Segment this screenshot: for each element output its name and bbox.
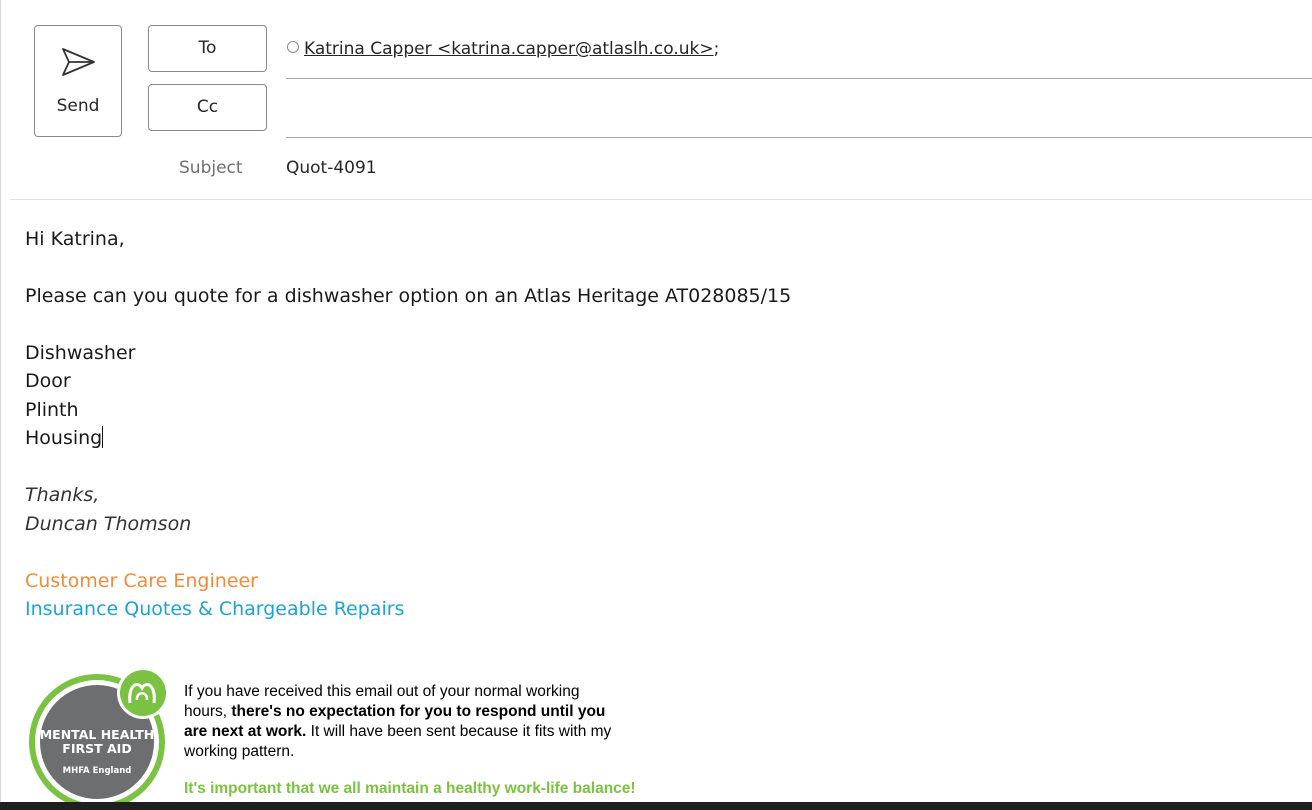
text-cursor bbox=[102, 426, 104, 448]
out-of-hours-disclaimer: If you have received this email out of y… bbox=[184, 682, 614, 762]
recipient-chip[interactable]: Katrina Capper <katrina.capper@atlaslh.c… bbox=[304, 39, 714, 59]
greeting-line: Hi Katrina, bbox=[25, 228, 125, 250]
subject-field[interactable]: Quot-4091 bbox=[286, 158, 377, 178]
list-item: Door bbox=[25, 370, 71, 392]
sender-title: Customer Care Engineer bbox=[25, 570, 258, 592]
presence-status-icon bbox=[287, 41, 299, 53]
to-field[interactable]: Katrina Capper <katrina.capper@atlaslh.c… bbox=[287, 39, 719, 59]
to-button[interactable]: To bbox=[148, 25, 267, 72]
sender-department: Insurance Quotes & Chargeable Repairs bbox=[25, 598, 405, 620]
badge-text-line3: MHFA England bbox=[63, 766, 132, 776]
subject-label: Subject bbox=[179, 158, 243, 178]
send-icon bbox=[62, 48, 95, 76]
badge-text-line2: FIRST AID bbox=[62, 741, 131, 756]
list-item: Dishwasher bbox=[25, 342, 136, 364]
mhfa-badge-logo: MENTAL HEALTH FIRST AID MHFA England bbox=[29, 667, 169, 806]
badge-text-line1: MENTAL HEALTH bbox=[40, 727, 155, 742]
header-divider bbox=[10, 199, 1312, 200]
recipient-separator: ; bbox=[713, 39, 720, 59]
closing-line: Thanks, bbox=[25, 484, 100, 506]
cc-field[interactable] bbox=[287, 88, 1311, 134]
window-left-border bbox=[0, 0, 1, 802]
send-label: Send bbox=[56, 96, 100, 116]
cc-field-underline bbox=[286, 137, 1312, 138]
to-field-underline bbox=[286, 78, 1312, 79]
cc-button[interactable]: Cc bbox=[148, 84, 267, 131]
taskbar-strip bbox=[0, 802, 1312, 810]
list-item-with-cursor: Housing bbox=[25, 424, 104, 452]
list-item: Housing bbox=[25, 427, 103, 449]
list-item: Plinth bbox=[25, 399, 79, 421]
send-button[interactable]: Send bbox=[34, 25, 122, 137]
work-life-balance-note: It's important that we all maintain a he… bbox=[184, 780, 636, 797]
sender-name: Duncan Thomson bbox=[25, 513, 192, 535]
request-line: Please can you quote for a dishwasher op… bbox=[25, 285, 792, 307]
